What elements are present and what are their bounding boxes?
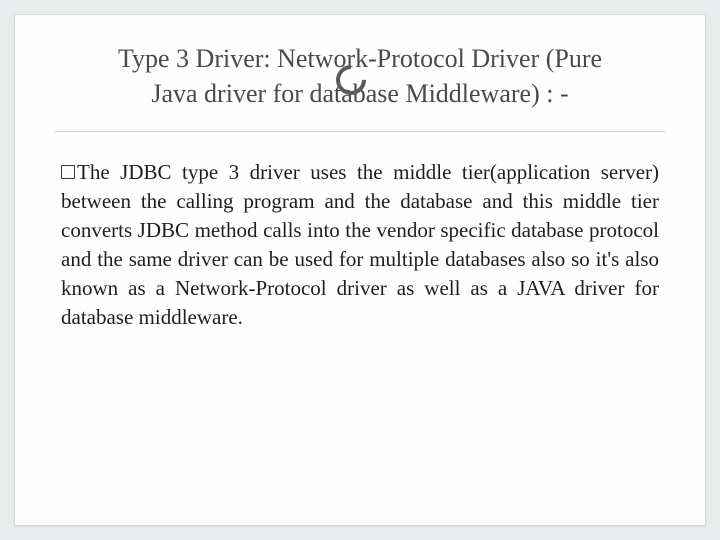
square-bullet-icon <box>61 165 75 179</box>
slide-title: Type 3 Driver: Network-Protocol Driver (… <box>55 41 665 111</box>
slide-card: Type 3 Driver: Network-Protocol Driver (… <box>14 14 706 526</box>
body-text: The JDBC type 3 driver uses the middle t… <box>61 160 659 329</box>
body-content: The JDBC type 3 driver uses the middle t… <box>55 158 665 332</box>
body-paragraph: The JDBC type 3 driver uses the middle t… <box>61 158 659 332</box>
title-divider <box>55 131 665 132</box>
